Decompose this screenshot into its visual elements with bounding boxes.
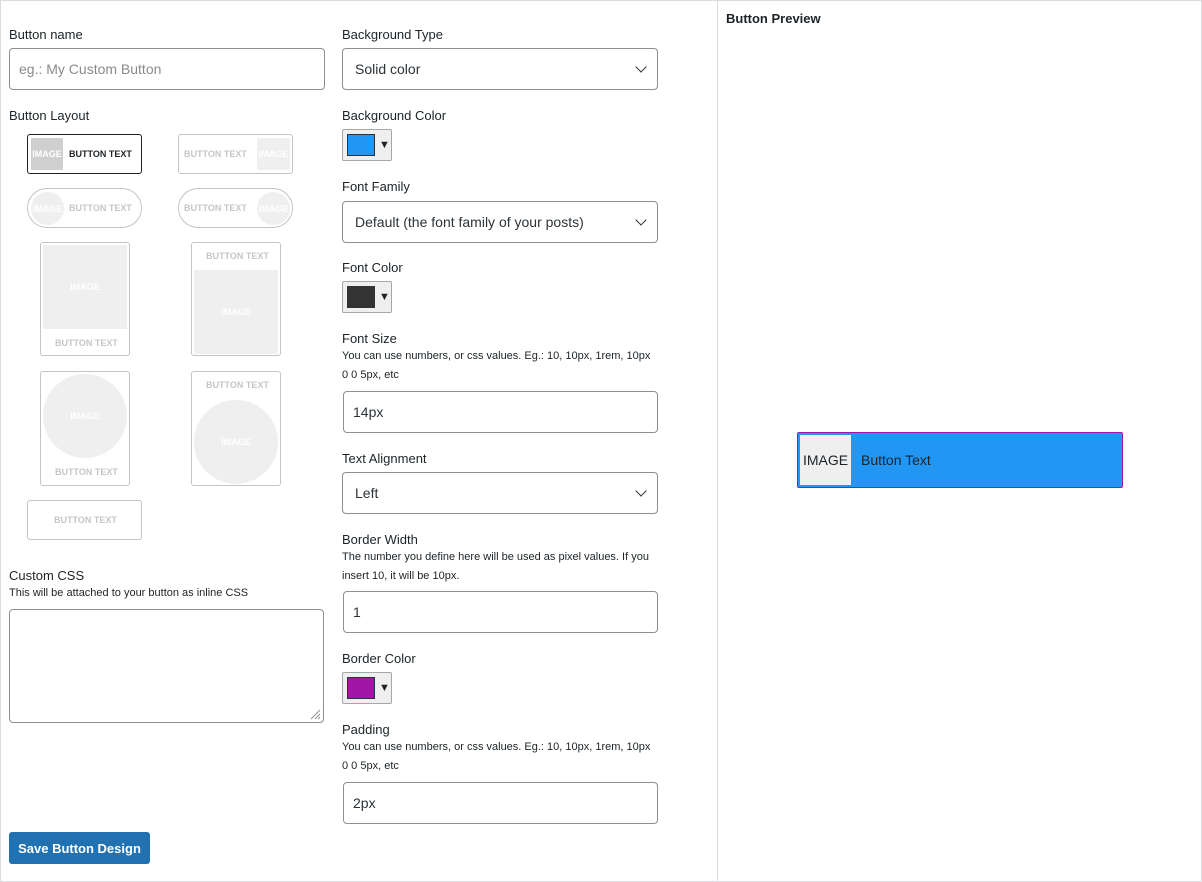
layout-option-pill-image-text[interactable]: IMAGE BUTTON TEXT bbox=[27, 188, 142, 228]
color-swatch bbox=[347, 134, 375, 156]
layout-option-circle-image-text-bottom[interactable]: IMAGE BUTTON TEXT bbox=[40, 371, 130, 486]
custom-css-textarea[interactable] bbox=[9, 609, 324, 723]
background-type-select[interactable]: Solid color bbox=[342, 48, 658, 90]
background-color-label: Background Color bbox=[342, 108, 447, 123]
font-size-description: You can use numbers, or css values. Eg.:… bbox=[342, 350, 651, 381]
layout-text: BUTTON TEXT bbox=[206, 251, 269, 261]
layout-option-text-top-circle-image[interactable]: BUTTON TEXT IMAGE bbox=[191, 371, 281, 486]
background-color-picker[interactable]: ▼ bbox=[342, 129, 392, 161]
button-name-label: Button name bbox=[9, 27, 83, 42]
layout-option-image-top-text-bottom[interactable]: IMAGE BUTTON TEXT bbox=[40, 242, 130, 356]
background-type-value: Solid color bbox=[355, 61, 421, 77]
dropdown-arrow-icon: ▼ bbox=[379, 682, 390, 694]
font-family-select[interactable]: Default (the font family of your posts) bbox=[342, 201, 658, 243]
layout-image-placeholder: IMAGE bbox=[194, 270, 278, 354]
color-swatch bbox=[347, 677, 375, 699]
border-width-label: Border Width bbox=[342, 532, 418, 547]
chevron-down-icon bbox=[635, 214, 647, 226]
background-type-label: Background Type bbox=[342, 27, 443, 42]
border-color-picker[interactable]: ▼ bbox=[342, 672, 392, 704]
color-swatch bbox=[347, 286, 375, 308]
layout-image-placeholder: IMAGE bbox=[257, 192, 290, 225]
layout-image-placeholder: IMAGE bbox=[194, 400, 278, 484]
layout-text: BUTTON TEXT bbox=[55, 467, 118, 477]
resize-handle-icon[interactable] bbox=[309, 708, 321, 720]
text-alignment-label: Text Alignment bbox=[342, 451, 427, 466]
chevron-down-icon bbox=[635, 61, 647, 73]
layout-text: BUTTON TEXT bbox=[69, 203, 132, 213]
font-size-input[interactable] bbox=[343, 391, 658, 433]
layout-image-placeholder: IMAGE bbox=[31, 192, 64, 225]
text-alignment-select[interactable]: Left bbox=[342, 472, 658, 514]
layout-option-text-top-image-bottom[interactable]: BUTTON TEXT IMAGE bbox=[191, 242, 281, 356]
layout-text: BUTTON TEXT bbox=[184, 149, 247, 159]
layout-text: BUTTON TEXT bbox=[69, 149, 132, 159]
font-color-label: Font Color bbox=[342, 260, 403, 275]
layout-image-placeholder: IMAGE bbox=[43, 374, 127, 458]
layout-image-placeholder: IMAGE bbox=[43, 245, 127, 329]
layout-option-image-text[interactable]: IMAGE BUTTON TEXT bbox=[27, 134, 142, 174]
font-family-label: Font Family bbox=[342, 179, 410, 194]
font-family-value: Default (the font family of your posts) bbox=[355, 214, 584, 230]
column-divider bbox=[717, 0, 718, 882]
text-alignment-value: Left bbox=[355, 485, 379, 501]
layout-text: BUTTON TEXT bbox=[184, 203, 247, 213]
border-width-input[interactable] bbox=[343, 591, 658, 633]
layout-text: BUTTON TEXT bbox=[54, 515, 117, 525]
button-preview[interactable]: IMAGE Button Text bbox=[797, 432, 1123, 488]
button-layout-label: Button Layout bbox=[9, 108, 90, 123]
layout-text: BUTTON TEXT bbox=[206, 380, 269, 390]
button-preview-heading: Button Preview bbox=[726, 11, 821, 26]
layout-text: BUTTON TEXT bbox=[55, 338, 118, 348]
font-size-label: Font Size bbox=[342, 331, 397, 346]
button-name-input[interactable] bbox=[9, 48, 325, 90]
padding-label: Padding bbox=[342, 722, 390, 737]
border-width-description: The number you define here will be used … bbox=[342, 551, 649, 582]
save-button-design-button[interactable]: Save Button Design bbox=[9, 832, 150, 864]
dropdown-arrow-icon: ▼ bbox=[379, 291, 390, 303]
layout-image-placeholder: IMAGE bbox=[257, 138, 290, 170]
padding-input[interactable] bbox=[343, 782, 658, 824]
custom-css-description: This will be attached to your button as … bbox=[9, 587, 249, 599]
layout-image-placeholder: IMAGE bbox=[31, 138, 63, 170]
dropdown-arrow-icon: ▼ bbox=[379, 139, 390, 151]
preview-image-placeholder: IMAGE bbox=[800, 435, 851, 485]
layout-option-text-image[interactable]: BUTTON TEXT IMAGE bbox=[178, 134, 293, 174]
border-color-label: Border Color bbox=[342, 651, 416, 666]
padding-description: You can use numbers, or css values. Eg.:… bbox=[342, 741, 651, 772]
font-color-picker[interactable]: ▼ bbox=[342, 281, 392, 313]
layout-option-pill-text-image[interactable]: BUTTON TEXT IMAGE bbox=[178, 188, 293, 228]
chevron-down-icon bbox=[635, 485, 647, 497]
custom-css-label: Custom CSS bbox=[9, 568, 85, 583]
layout-option-text-only[interactable]: BUTTON TEXT bbox=[27, 500, 142, 540]
preview-button-text: Button Text bbox=[861, 452, 931, 468]
